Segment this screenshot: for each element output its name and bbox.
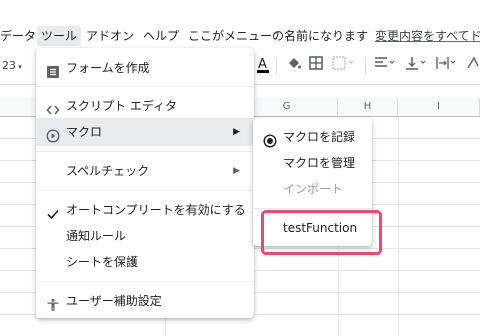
code-icon (46, 99, 60, 115)
menu-item-label: オートコンプリートを有効にする (66, 203, 246, 217)
rotate-button[interactable] (466, 56, 480, 70)
align-button[interactable] (374, 56, 396, 70)
tools-menu: フォームを作成 スクリプト エディタ マクロ ▶ スペルチェック ▶ オートコン… (36, 48, 254, 318)
borders-icon (309, 56, 323, 70)
menu-item-label: ユーザー補助設定 (66, 294, 162, 308)
check-icon (46, 203, 60, 220)
valign-bottom-icon (406, 57, 426, 70)
wrap-button[interactable] (436, 56, 458, 70)
menu-item-create-form[interactable]: フォームを作成 (36, 54, 254, 82)
submenu-arrow-icon: ▶ (233, 166, 240, 176)
menu-item-manage-macros[interactable]: マクロを管理 (253, 149, 372, 177)
valign-button[interactable] (405, 56, 427, 70)
align-left-icon (375, 57, 395, 67)
menu-item-protect-sheet[interactable]: シートを保護 (36, 248, 254, 276)
text-wrap-icon (436, 57, 456, 69)
menu-data[interactable]: データ (0, 29, 36, 43)
text-rotate-icon (467, 56, 479, 69)
submenu-arrow-icon: ▶ (233, 127, 240, 137)
menu-item-label: スペルチェック (66, 164, 150, 178)
save-status-link[interactable]: 変更内容をすべてドラ (375, 29, 480, 43)
menu-item-label: スクリプト エディタ (66, 99, 177, 113)
record-icon (263, 130, 277, 148)
form-icon (46, 61, 60, 78)
column-header-i[interactable]: I (398, 98, 480, 116)
menu-item-label: フォームを作成 (66, 61, 150, 75)
column-header-h[interactable]: H (338, 98, 398, 116)
fill-color-icon (289, 58, 301, 69)
menu-item-label: インポート (283, 182, 344, 196)
font-size-value: 23 (2, 59, 16, 72)
accessibility-icon (46, 294, 60, 311)
menu-item-record-macro[interactable]: マクロを記録 (253, 123, 372, 151)
menu-item-label: マクロを記録 (283, 130, 356, 144)
menu-item-label: 通知ルール (66, 229, 127, 243)
menu-tools[interactable]: ツール (37, 26, 82, 46)
menu-item-label: マクロを管理 (283, 156, 356, 170)
menu-item-label: シートを保護 (66, 255, 139, 269)
menu-item-import: インポート (253, 175, 372, 203)
borders-button[interactable] (309, 56, 323, 70)
menu-help[interactable]: ヘルプ (143, 29, 179, 43)
text-color-icon: A (257, 57, 269, 73)
highlight-box (261, 210, 382, 255)
merge-cells-button[interactable] (332, 56, 354, 70)
menu-item-autocomplete[interactable]: オートコンプリートを有効にする (36, 196, 254, 224)
menu-item-script-editor[interactable]: スクリプト エディタ (36, 92, 254, 120)
menu-bar: データ ツール アドオン ヘルプ ここがメニューの名前になります 変更内容をすべ… (0, 0, 480, 48)
menu-item-label: マクロ (66, 125, 103, 139)
text-color-button[interactable]: A (256, 56, 270, 74)
fill-color-button[interactable] (286, 56, 302, 72)
menu-item-accessibility[interactable]: ユーザー補助設定 (36, 287, 254, 315)
menu-item-spellcheck[interactable]: スペルチェック ▶ (36, 157, 254, 185)
menu-item-notification-rules[interactable]: 通知ルール (36, 222, 254, 250)
svg-text:A: A (258, 57, 267, 72)
merge-icon (332, 56, 354, 70)
menu-item-macros[interactable]: マクロ ▶ (36, 118, 254, 146)
font-size-select[interactable]: 23 ▾ (2, 59, 22, 72)
menu-custom[interactable]: ここがメニューの名前になります (188, 29, 368, 43)
macro-icon (46, 125, 60, 143)
menu-addons[interactable]: アドオン (86, 29, 134, 43)
